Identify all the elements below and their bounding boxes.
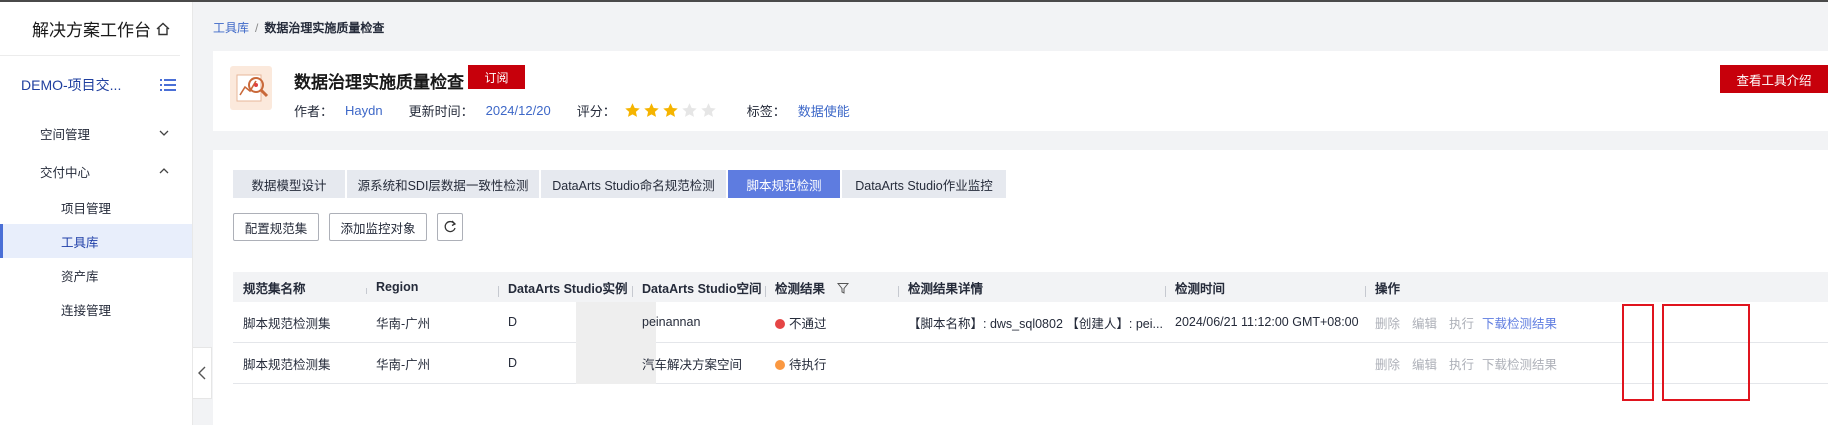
delete-action[interactable]: 删除 <box>1375 317 1400 331</box>
cell-detail[interactable]: 【脚本名称】: dws_sql0802 【创建人】: pei... <box>898 313 1165 332</box>
tab-job-monitor[interactable]: DataArts Studio作业监控 <box>842 170 1006 198</box>
tag-link[interactable]: 数据使能 <box>798 101 850 120</box>
updated-label: 更新时间： <box>408 104 474 119</box>
main-panel: 数据模型设计 源系统和SDI层数据一致性检测 DataArts Studio命名… <box>213 150 1828 425</box>
chevron-down-icon <box>159 130 169 136</box>
sidebar-collapse-button[interactable] <box>193 347 212 399</box>
star-filled-icon[interactable] <box>662 102 679 119</box>
cell-name: 脚本规范检测集 <box>243 357 331 372</box>
edit-action[interactable]: 编辑 <box>1412 358 1437 372</box>
col-instance: DataArts Studio实例 <box>498 278 632 297</box>
add-monitor-button[interactable]: 添加监控对象 <box>329 213 427 241</box>
sidebar-item-toolbox[interactable]: 工具库 <box>0 224 192 258</box>
author-label: 作者： <box>294 104 334 119</box>
execute-action[interactable]: 执行 <box>1449 358 1474 372</box>
tags-label: 标签： <box>746 104 786 119</box>
download-result-action[interactable]: 下载检测结果 <box>1482 358 1557 372</box>
sidebar-item-connections[interactable]: 连接管理 <box>0 292 192 326</box>
table-header: 规范集名称 Region DataArts Studio实例 DataArts … <box>233 272 1828 302</box>
breadcrumb-separator: / <box>255 21 259 35</box>
breadcrumb: 工具库 / 数据治理实施质量检查 <box>213 19 384 36</box>
table-row: 脚本规范检测集 华南-广州 Dus peinannan 不通过 【脚本名称】: … <box>233 302 1828 343</box>
list-menu-icon[interactable] <box>160 78 176 92</box>
tab-bar: 数据模型设计 源系统和SDI层数据一致性检测 DataArts Studio命名… <box>233 170 1008 198</box>
project-selector[interactable]: DEMO-项目交... <box>0 56 192 114</box>
sidebar-group-space[interactable]: 空间管理 <box>0 114 192 152</box>
home-icon <box>156 22 170 35</box>
filter-icon[interactable] <box>836 282 850 294</box>
view-intro-button[interactable]: 查看工具介绍 <box>1720 65 1828 93</box>
cell-time: 2024/06/21 11:12:00 GMT+08:00 <box>1175 315 1359 329</box>
cell-ops: 删除 编辑 执行 下载检测结果 <box>1365 313 1585 332</box>
col-result: 检测结果 <box>765 278 898 297</box>
refresh-button[interactable] <box>437 213 463 241</box>
tab-script-check[interactable]: 脚本规范检测 <box>728 170 840 198</box>
status-dot <box>775 359 785 370</box>
col-time: 检测时间 <box>1165 278 1365 297</box>
delete-action[interactable]: 删除 <box>1375 358 1400 372</box>
cell-space: peinannan <box>642 315 701 329</box>
sidebar-group-delivery[interactable]: 交付中心 <box>0 152 192 190</box>
star-filled-icon[interactable] <box>643 102 660 119</box>
highlight-box-execute <box>1622 304 1654 401</box>
col-name: 规范集名称 <box>243 281 306 296</box>
author-link[interactable]: Haydn <box>345 103 383 118</box>
rating-stars[interactable] <box>624 102 719 119</box>
tab-naming[interactable]: DataArts Studio命名规范检测 <box>541 170 726 198</box>
toolbar: 配置规范集 添加监控对象 <box>233 213 463 241</box>
sidebar-item-assets[interactable]: 资产库 <box>0 258 192 292</box>
tool-title: 数据治理实施质量检查 <box>294 73 464 92</box>
col-region: Region <box>366 280 498 294</box>
tool-logo-icon <box>230 66 272 110</box>
tab-consistency[interactable]: 源系统和SDI层数据一致性检测 <box>347 170 539 198</box>
tab-data-model[interactable]: 数据模型设计 <box>233 170 345 198</box>
status-dot <box>775 318 785 329</box>
rules-table: 规范集名称 Region DataArts Studio实例 DataArts … <box>233 272 1828 384</box>
breadcrumb-current: 数据治理实施质量检查 <box>264 21 385 35</box>
col-space: DataArts Studio空间 <box>632 278 765 297</box>
cell-space: 汽车解决方案空间 <box>642 357 743 372</box>
cell-result: 待执行 <box>765 354 898 373</box>
breadcrumb-root[interactable]: 工具库 <box>213 21 249 35</box>
tool-header-card: 数据治理实施质量检查 订阅 作者： Haydn 更新时间： 2024/12/20… <box>213 51 1828 131</box>
cell-name: 脚本规范检测集 <box>243 316 331 331</box>
cell-region: 华南-广州 <box>376 316 431 331</box>
cell-ops: 删除 编辑 执行 下载检测结果 <box>1365 354 1585 373</box>
rating-label: 评分： <box>576 104 616 119</box>
sidebar-item-projects[interactable]: 项目管理 <box>0 190 192 224</box>
chevron-left-icon <box>198 366 206 380</box>
subscribe-button[interactable]: 订阅 <box>468 65 525 89</box>
sidebar-title[interactable]: 解决方案工作台 <box>0 2 180 56</box>
highlight-box-download <box>1662 304 1750 401</box>
star-empty-icon[interactable] <box>700 102 717 119</box>
cell-region: 华南-广州 <box>376 357 431 372</box>
table-row: 脚本规范检测集 华南-广州 Dus 汽车解决方案空间 待执行 删除编辑执行下载检… <box>233 343 1828 384</box>
star-filled-icon[interactable] <box>624 102 641 119</box>
updated-value: 2024/12/20 <box>485 103 551 118</box>
star-empty-icon[interactable] <box>681 102 698 119</box>
cell-result: 不通过 <box>765 313 898 332</box>
config-rules-button[interactable]: 配置规范集 <box>233 213 319 241</box>
sidebar: 解决方案工作台 DEMO-项目交... 空间管理 交付中心 项目管理 工具库 资… <box>0 2 193 425</box>
col-ops: 操作 <box>1365 278 1585 297</box>
chevron-up-icon <box>159 168 169 174</box>
refresh-icon <box>444 220 457 233</box>
download-result-action[interactable]: 下载检测结果 <box>1482 317 1557 331</box>
col-detail: 检测结果详情 <box>898 278 1165 297</box>
tool-meta: 作者： Haydn 更新时间： 2024/12/20 评分： 标签： 数据使能 <box>294 101 876 120</box>
edit-action[interactable]: 编辑 <box>1412 317 1437 331</box>
execute-action[interactable]: 执行 <box>1449 317 1474 331</box>
